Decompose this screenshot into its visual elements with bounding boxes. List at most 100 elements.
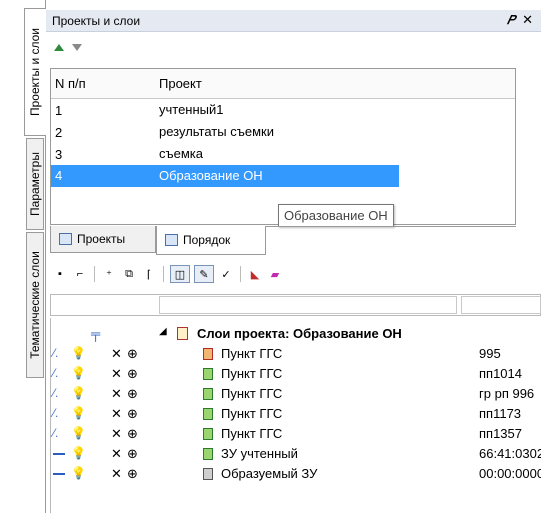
delete-icon[interactable]: ✕ xyxy=(111,386,122,402)
layer-icon xyxy=(203,406,213,421)
vtab-thematic-layers[interactable]: Тематические слои xyxy=(26,232,44,378)
row-tooltip: Образование ОН xyxy=(278,204,394,227)
column-header-project[interactable]: Проект xyxy=(155,69,355,98)
layer-toolbar: ▪ ⌐ ⁺ ⧉ ⌈ ◫ ✎ ✓ ◣ ▰ xyxy=(52,263,283,285)
visibility-bulb-icon[interactable]: 💡 xyxy=(71,426,86,440)
layer-row[interactable]: ⁄. 💡 ✕ ⊕ Пункт ГГС пп1173 xyxy=(51,404,541,424)
edit-mode-icon[interactable]: ⁄. xyxy=(53,386,58,400)
layer-value: 995 xyxy=(479,346,501,361)
layer-icon xyxy=(203,366,213,381)
visibility-bulb-icon[interactable]: 💡 xyxy=(71,446,86,460)
delete-icon[interactable]: ✕ xyxy=(111,366,122,382)
layer-name: Пункт ГГС xyxy=(221,386,283,401)
check-icon[interactable]: ✓ xyxy=(218,266,234,282)
delete-icon[interactable]: ✕ xyxy=(111,446,122,462)
layer-icon xyxy=(203,386,213,401)
panel-title: Проекты и слои xyxy=(52,13,141,28)
vtab-projects-and-layers[interactable]: Проекты и слои xyxy=(24,8,46,136)
line-style-icon[interactable] xyxy=(53,446,65,461)
vertical-tab-strip: Проекты и слои Параметры Тематические сл… xyxy=(0,0,48,513)
bottom-tab-strip: Проекты Порядок xyxy=(50,226,516,255)
layer-icon xyxy=(203,466,213,481)
edit-mode-icon[interactable]: ⁄. xyxy=(53,426,58,440)
delete-icon[interactable]: ✕ xyxy=(111,426,122,442)
visibility-bulb-icon[interactable]: 💡 xyxy=(71,466,86,480)
table-row[interactable]: 3 съемка xyxy=(51,143,515,165)
layer-name: Пункт ГГС xyxy=(221,426,283,441)
snap-icon[interactable]: ⊕ xyxy=(127,386,138,402)
move-down-icon[interactable] xyxy=(72,43,82,51)
layer-row[interactable]: ⁄. 💡 ✕ ⊕ Пункт ГГС пп1014 xyxy=(51,364,541,384)
tab-projects[interactable]: Проекты xyxy=(50,226,156,253)
table-row[interactable]: 2 результаты съемки xyxy=(51,121,515,143)
filter-row xyxy=(50,294,541,316)
toolbar-separator xyxy=(94,266,95,282)
filter-name-input[interactable] xyxy=(159,296,457,314)
edit-mode-icon[interactable]: ⁄. xyxy=(53,366,58,380)
delete-icon[interactable]: ✕ xyxy=(111,346,122,362)
table-row-selected[interactable]: 4 Образование ОН xyxy=(51,165,515,187)
row-project-name: съемка xyxy=(159,146,203,161)
delete-icon[interactable]: ✕ xyxy=(111,466,122,482)
visibility-bulb-icon[interactable]: 💡 xyxy=(71,406,86,420)
visibility-bulb-icon[interactable]: 💡 xyxy=(71,346,86,360)
layer-view-icon[interactable]: ◫ xyxy=(170,265,190,283)
order-tab-icon xyxy=(165,234,178,246)
column-header-number[interactable]: N п/п xyxy=(51,69,155,98)
layer-link-icon[interactable]: ⌐ xyxy=(72,266,88,282)
line-style-icon[interactable] xyxy=(53,466,65,481)
layer-row[interactable]: ⁄. 💡 ✕ ⊕ Пункт ГГС 995 xyxy=(51,344,541,364)
row-number: 4 xyxy=(51,165,155,187)
projects-panel: Проекты и слои 𝑃 ✕ N п/п Проект 1 учтенн… xyxy=(46,0,541,513)
layer-row[interactable]: ⁄. 💡 ✕ ⊕ Пункт ГГС пп1357 xyxy=(51,424,541,444)
tab-projects-label: Проекты xyxy=(77,232,126,246)
vtab-parameters[interactable]: Параметры xyxy=(26,138,44,230)
layer-value: 66:41:0302 xyxy=(479,446,541,461)
layer-icon xyxy=(203,346,213,361)
row-number: 1 xyxy=(55,102,63,118)
snap-icon[interactable]: ⊕ xyxy=(127,446,138,462)
layer-color-icon[interactable]: ◣ xyxy=(247,266,263,282)
tree-root-row[interactable]: ╤ ◢ Слои проекта: Образование ОН xyxy=(51,324,541,344)
projects-tab-icon xyxy=(59,233,72,245)
delete-icon[interactable]: ✕ xyxy=(111,406,122,422)
row-project-name: результаты съемки xyxy=(159,124,274,139)
layer-add-icon[interactable]: ⁺ xyxy=(101,266,117,282)
layer-filter-icon[interactable]: ▰ xyxy=(267,266,283,282)
edit-mode-icon[interactable]: ⁄. xyxy=(53,406,58,420)
snap-icon[interactable]: ⊕ xyxy=(127,366,138,382)
layer-copy-icon[interactable]: ⧉ xyxy=(121,266,137,282)
layer-row[interactable]: ⁄. 💡 ✕ ⊕ Пункт ГГС гр рп 996 xyxy=(51,384,541,404)
move-up-icon[interactable] xyxy=(54,43,64,51)
visibility-bulb-icon[interactable]: 💡 xyxy=(71,386,86,400)
layer-edit-icon[interactable]: ✎ xyxy=(194,265,214,283)
visibility-bulb-icon[interactable]: 💡 xyxy=(71,366,86,380)
snap-icon[interactable]: ⊕ xyxy=(127,466,138,482)
snap-icon[interactable]: ⊕ xyxy=(127,346,138,362)
table-row[interactable]: 1 учтенный1 xyxy=(51,99,515,121)
vtab-projects-and-layers-label: Проекты и слои xyxy=(28,27,43,117)
close-icon[interactable]: ✕ xyxy=(522,12,533,28)
snap-icon[interactable]: ⊕ xyxy=(127,426,138,442)
layer-value: пп1173 xyxy=(479,406,522,421)
row-number: 2 xyxy=(55,124,63,140)
layer-value: гр рп 996 xyxy=(479,386,535,401)
layer-icon xyxy=(203,446,213,461)
snap-icon[interactable]: ⊕ xyxy=(127,406,138,422)
pin-icon[interactable]: 𝑃 xyxy=(507,13,515,28)
layer-value: пп1357 xyxy=(479,426,522,441)
tab-order[interactable]: Порядок xyxy=(156,226,266,255)
filter-value-input[interactable] xyxy=(461,296,541,314)
vtab-parameters-label: Параметры xyxy=(28,152,42,216)
edit-mode-icon[interactable]: ⁄. xyxy=(53,346,58,360)
layer-row[interactable]: 💡 ✕ ⊕ Образуемый ЗУ 00:00:0000 xyxy=(51,464,541,484)
layer-value: пп1014 xyxy=(479,366,522,381)
layer-name: Пункт ГГС xyxy=(221,406,283,421)
layer-properties-icon[interactable]: ▪ xyxy=(52,266,68,282)
layers-tree: ╤ ◢ Слои проекта: Образование ОН ⁄. 💡 ✕ … xyxy=(50,318,541,513)
layer-frame-icon[interactable]: ⌈ xyxy=(141,266,157,282)
layer-icon xyxy=(203,426,213,441)
project-layers-icon xyxy=(177,326,188,341)
collapse-icon[interactable]: ◢ xyxy=(159,326,167,337)
layer-row[interactable]: 💡 ✕ ⊕ ЗУ учтенный 66:41:0302 xyxy=(51,444,541,464)
